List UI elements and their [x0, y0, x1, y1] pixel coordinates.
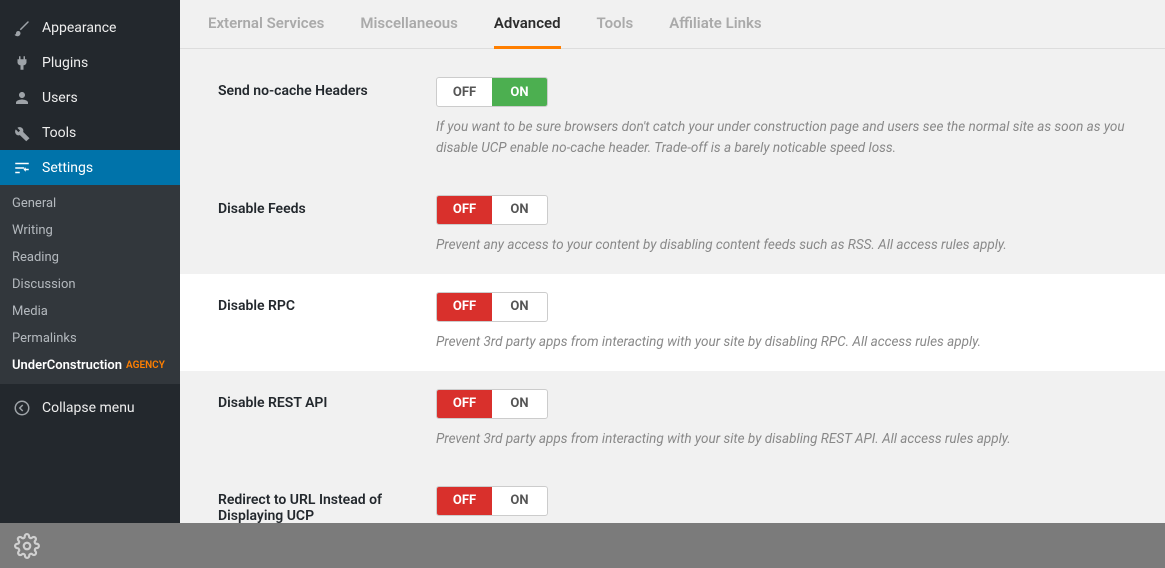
toggle-off[interactable]: OFF: [437, 293, 492, 321]
setting-description: Prevent any access to your content by di…: [436, 235, 1137, 256]
setting-label: Disable REST API: [218, 389, 436, 411]
collapse-label: Collapse menu: [42, 400, 135, 416]
sidebar-sub-discussion[interactable]: Discussion: [0, 271, 180, 298]
tab-bar: External Services Miscellaneous Advanced…: [180, 0, 1165, 49]
setting-description: Prevent 3rd party apps from interacting …: [436, 332, 1137, 353]
toggle-off[interactable]: OFF: [437, 390, 492, 418]
setting-row-redirect-url: Redirect to URL Instead of Displaying UC…: [180, 468, 1165, 523]
toggle-off[interactable]: OFF: [437, 78, 492, 106]
toggle-off[interactable]: OFF: [437, 196, 492, 224]
sidebar-item-tools[interactable]: Tools: [0, 115, 180, 150]
tab-affiliate-links[interactable]: Affiliate Links: [669, 14, 761, 48]
setting-label: Send no-cache Headers: [218, 77, 436, 99]
toggle-disable-feeds[interactable]: OFF ON: [436, 195, 548, 225]
sidebar-sub-writing[interactable]: Writing: [0, 217, 180, 244]
sidebar-label: Plugins: [42, 55, 88, 71]
sidebar-label: Users: [42, 90, 78, 106]
sidebar-sub-permalinks[interactable]: Permalinks: [0, 325, 180, 352]
toggle-on[interactable]: ON: [492, 487, 547, 515]
toggle-off[interactable]: OFF: [437, 487, 492, 515]
agency-badge: AGENCY: [126, 360, 165, 371]
toggle-redirect-url[interactable]: OFF ON: [436, 486, 548, 516]
sidebar-item-plugins[interactable]: Plugins: [0, 45, 180, 80]
sidebar-sub-reading[interactable]: Reading: [0, 244, 180, 271]
sidebar-item-appearance[interactable]: Appearance: [0, 10, 180, 45]
bottom-toolbar: [0, 523, 1165, 568]
sidebar-submenu: General Writing Reading Discussion Media…: [0, 185, 180, 384]
toggle-on[interactable]: ON: [492, 390, 547, 418]
sidebar-item-users[interactable]: Users: [0, 80, 180, 115]
setting-label: Redirect to URL Instead of Displaying UC…: [218, 486, 436, 523]
sliders-icon: [12, 158, 32, 178]
setting-description: If you want to be sure browsers don't ca…: [436, 117, 1137, 159]
tab-external-services[interactable]: External Services: [208, 14, 324, 48]
setting-row-disable-rest-api: Disable REST API OFF ON Prevent 3rd part…: [180, 371, 1165, 468]
collapse-menu-button[interactable]: Collapse menu: [0, 390, 180, 425]
main-content: External Services Miscellaneous Advanced…: [180, 0, 1165, 523]
sidebar-item-settings[interactable]: Settings: [0, 150, 180, 185]
setting-label: Disable RPC: [218, 292, 436, 314]
toggle-disable-rest-api[interactable]: OFF ON: [436, 389, 548, 419]
setting-row-disable-rpc: Disable RPC OFF ON Prevent 3rd party app…: [180, 274, 1165, 371]
setting-label: Disable Feeds: [218, 195, 436, 217]
sidebar-sub-media[interactable]: Media: [0, 298, 180, 325]
wrench-icon: [12, 123, 32, 143]
sidebar-label: Appearance: [42, 20, 116, 36]
tab-tools[interactable]: Tools: [597, 14, 634, 48]
setting-description: Prevent 3rd party apps from interacting …: [436, 429, 1137, 450]
user-icon: [12, 88, 32, 108]
setting-row-no-cache-headers: Send no-cache Headers OFF ON If you want…: [180, 59, 1165, 177]
tab-advanced[interactable]: Advanced: [494, 14, 561, 49]
sidebar-label: Settings: [42, 160, 93, 176]
toggle-on[interactable]: ON: [492, 196, 547, 224]
toggle-disable-rpc[interactable]: OFF ON: [436, 292, 548, 322]
admin-sidebar: Appearance Plugins Users Tools Settings …: [0, 0, 180, 568]
toggle-no-cache-headers[interactable]: OFF ON: [436, 77, 548, 107]
sidebar-sub-general[interactable]: General: [0, 190, 180, 217]
collapse-icon: [12, 398, 32, 418]
settings-form: Send no-cache Headers OFF ON If you want…: [180, 49, 1165, 523]
sidebar-sub-underconstruction[interactable]: UnderConstruction AGENCY: [0, 352, 180, 379]
brush-icon: [12, 18, 32, 38]
toggle-on[interactable]: ON: [492, 78, 547, 106]
plug-icon: [12, 53, 32, 73]
sidebar-label: Tools: [42, 125, 76, 141]
setting-row-disable-feeds: Disable Feeds OFF ON Prevent any access …: [180, 177, 1165, 274]
toggle-on[interactable]: ON: [492, 293, 547, 321]
tab-miscellaneous[interactable]: Miscellaneous: [360, 14, 458, 48]
gear-icon[interactable]: [14, 533, 40, 559]
